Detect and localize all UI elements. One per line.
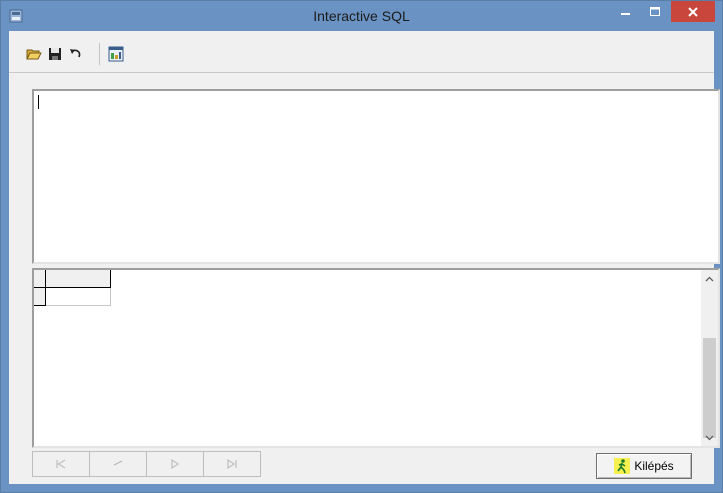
title-bar[interactable]: Interactive SQL <box>1 1 722 31</box>
undo-button[interactable] <box>67 45 85 63</box>
exit-button-label: Kilépés <box>634 459 674 473</box>
floppy-disk-icon <box>49 48 61 60</box>
minimize-icon <box>621 13 630 15</box>
maximize-button[interactable] <box>642 2 668 22</box>
nav-next-button[interactable] <box>146 451 204 477</box>
first-record-icon <box>56 459 66 469</box>
minimize-button[interactable] <box>613 2 639 22</box>
grid-column-header[interactable] <box>46 270 111 288</box>
vertical-scrollbar[interactable] <box>701 270 718 446</box>
running-man-icon <box>614 458 631 474</box>
record-navigator <box>32 451 261 479</box>
main-window: Interactive SQL Kilépés <box>0 0 723 493</box>
chevron-down-icon <box>705 435 714 440</box>
run-query-button[interactable] <box>107 45 125 63</box>
undo-arrow-icon <box>70 49 81 58</box>
result-grid[interactable] <box>32 268 720 448</box>
nav-prior-button[interactable] <box>89 451 147 477</box>
grid-corner-cell <box>34 270 46 288</box>
toolbar-separator <box>99 43 100 65</box>
prior-record-icon <box>113 460 123 466</box>
nav-last-button[interactable] <box>203 451 261 477</box>
grid-cell[interactable] <box>46 288 111 306</box>
execute-query-icon <box>108 46 124 62</box>
nav-first-button[interactable] <box>32 451 90 477</box>
chevron-up-icon <box>705 276 714 281</box>
text-caret <box>38 95 39 109</box>
toolbar <box>9 31 714 73</box>
grid-row-indicator[interactable] <box>34 288 46 306</box>
save-button[interactable] <box>46 45 64 63</box>
close-icon <box>688 6 698 17</box>
next-record-icon <box>171 459 179 469</box>
exit-button[interactable]: Kilépés <box>596 453 692 479</box>
scroll-down-button[interactable] <box>701 429 718 446</box>
close-button[interactable] <box>671 1 715 22</box>
maximize-icon <box>650 7 660 16</box>
scroll-thumb[interactable] <box>703 338 716 438</box>
last-record-icon <box>227 459 237 469</box>
scroll-up-button[interactable] <box>701 270 718 287</box>
sql-editor[interactable] <box>32 89 720 264</box>
client-area: Kilépés <box>9 31 720 484</box>
open-button[interactable] <box>25 45 43 63</box>
folder-open-icon <box>26 49 42 60</box>
